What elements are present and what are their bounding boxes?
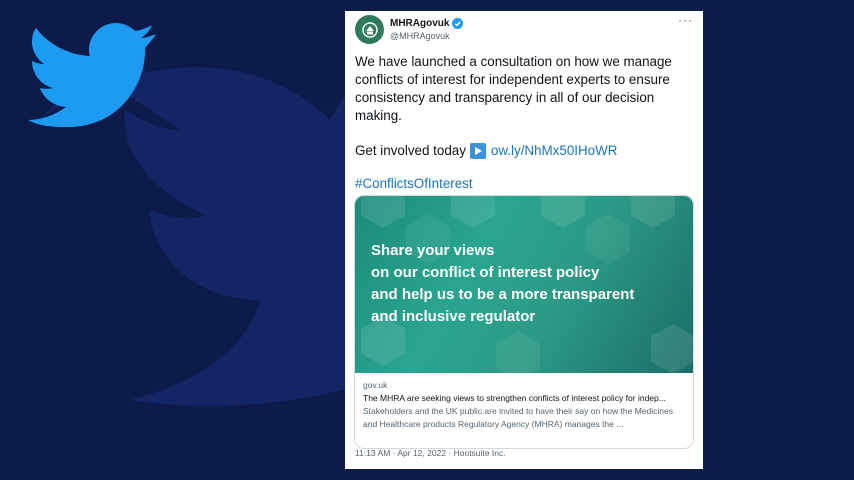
link-preview-card[interactable]: Share your views on our conflict of inte…: [354, 195, 694, 449]
tweet-timestamp[interactable]: 11:13 AM · Apr 12, 2022 · Hootsuite Inc.: [355, 448, 506, 458]
card-headline-line: Share your views: [371, 242, 495, 259]
cta-row: Get involved today ow.ly/NhMx50IHoWR: [355, 142, 693, 160]
twitter-bird-icon: [28, 23, 156, 127]
card-meta: gov.uk The MHRA are seeking views to str…: [355, 373, 693, 431]
handle[interactable]: @MHRAgovuk: [390, 31, 450, 41]
card-headline-line: on our conflict of interest policy: [371, 264, 600, 281]
card-headline-line: and help us to be a more transparent: [371, 286, 635, 303]
hashtag-link[interactable]: #ConflictsOfInterest: [355, 176, 693, 191]
tweet-body: We have launched a consultation on how w…: [355, 54, 672, 123]
display-name[interactable]: MHRAgovuk: [390, 18, 449, 29]
card-image: Share your views on our conflict of inte…: [355, 196, 693, 373]
tweet-header: MHRAgovuk @MHRAgovuk ···: [355, 11, 693, 55]
cta-text: Get involved today: [355, 143, 466, 158]
card-title: The MHRA are seeking views to strengthen…: [363, 393, 666, 403]
card-headline-line: and inclusive regulator: [371, 308, 536, 325]
crest-icon: [361, 21, 378, 38]
play-arrow-icon: [469, 143, 486, 159]
card-description: Stakeholders and the UK public are invit…: [363, 406, 673, 429]
tweet-card: MHRAgovuk @MHRAgovuk ··· We have launche…: [345, 11, 703, 469]
more-options-icon[interactable]: ···: [678, 13, 693, 27]
card-domain: gov.uk: [363, 380, 388, 390]
card-headline: Share your views on our conflict of inte…: [371, 240, 691, 328]
avatar[interactable]: [355, 15, 384, 44]
verified-badge-icon: [452, 18, 464, 29]
name-row: MHRAgovuk: [390, 18, 464, 29]
tweet-link[interactable]: ow.ly/NhMx50IHoWR: [491, 142, 618, 160]
